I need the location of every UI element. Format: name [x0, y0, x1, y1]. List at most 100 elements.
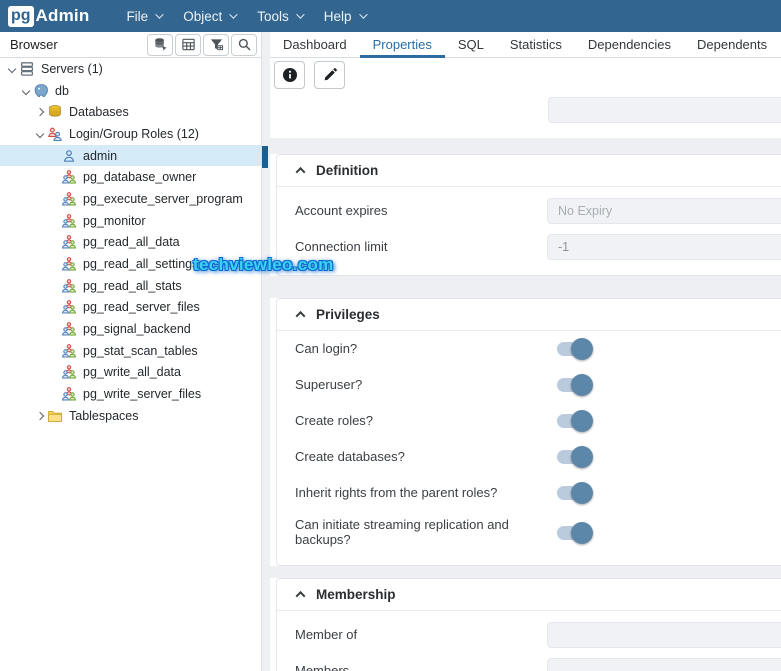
filter-funnel-button[interactable] — [203, 33, 229, 56]
form-row: Members — [277, 653, 781, 671]
tree-expander[interactable] — [32, 107, 47, 117]
role-icon — [61, 256, 78, 272]
membership-rows: Member of Members — [277, 611, 781, 671]
chevron-down-icon[interactable] — [7, 64, 16, 74]
section-title: Definition — [316, 163, 379, 178]
properties-toolbar — [270, 58, 781, 92]
role-icon — [61, 386, 78, 402]
collapse-chevron-icon[interactable] — [295, 590, 306, 601]
database-stack-button[interactable] — [147, 33, 173, 56]
tree-item-label: pg_write_server_files — [83, 387, 202, 402]
membership-section: Membership Member of Members — [276, 578, 781, 671]
member-of-input[interactable] — [547, 622, 781, 648]
tab-dependents[interactable]: Dependents — [684, 32, 780, 57]
privilege-row: Can login? — [277, 331, 781, 367]
tree-item-pg-stat-scan-tables[interactable]: pg_stat_scan_tables — [0, 340, 261, 362]
tree-item-label: pg_stat_scan_tables — [83, 343, 198, 358]
toggle-knob — [571, 482, 593, 504]
tree-expander[interactable] — [32, 411, 47, 421]
tree-expander[interactable] — [32, 129, 47, 139]
chevron-right-icon[interactable] — [35, 107, 44, 117]
browser-title: Browser — [10, 37, 58, 52]
collapse-chevron-icon[interactable] — [295, 310, 306, 321]
tree-item-label: pg_read_all_data — [83, 235, 180, 250]
chevron-right-icon[interactable] — [35, 411, 44, 421]
can-login-toggle[interactable] — [557, 338, 593, 360]
edit-button[interactable] — [314, 61, 345, 89]
table-grid-button[interactable] — [175, 33, 201, 56]
tree-item-pg-read-all-settings[interactable]: pg_read_all_settings — [0, 253, 261, 275]
menu-label: Object — [183, 8, 223, 24]
tree-item-pg-write-server-files[interactable]: pg_write_server_files — [0, 383, 261, 405]
tree-item-pg-write-all-data[interactable]: pg_write_all_data — [0, 362, 261, 384]
search-button[interactable] — [231, 33, 257, 56]
tree-item-pg-read-all-stats[interactable]: pg_read_all_stats — [0, 275, 261, 297]
create-roles-toggle[interactable] — [557, 410, 593, 432]
tree-item-db[interactable]: db — [0, 80, 261, 102]
section-gap — [270, 566, 781, 578]
membership-section-header[interactable]: Membership — [277, 579, 781, 611]
tab-dashboard[interactable]: Dashboard — [270, 32, 360, 57]
superuser-toggle[interactable] — [557, 374, 593, 396]
info-button[interactable] — [274, 61, 305, 89]
privileges-section-header[interactable]: Privileges — [277, 299, 781, 331]
section-title: Membership — [316, 587, 396, 602]
tree-item-label: Login/Group Roles (12) — [69, 126, 199, 141]
create-databases-toggle[interactable] — [557, 446, 593, 468]
tab-properties[interactable]: Properties — [359, 32, 446, 58]
privileges-rows: Can login? Superuser? Create roles? Create … — [277, 331, 781, 555]
menu-tools[interactable]: Tools — [246, 0, 313, 32]
browser-toolbar — [147, 33, 257, 56]
role-icon — [61, 191, 78, 207]
tab-statistics[interactable]: Statistics — [497, 32, 575, 57]
tree-item-pg-read-server-files[interactable]: pg_read_server_files — [0, 297, 261, 319]
tree-item-pg-signal-backend[interactable]: pg_signal_backend — [0, 318, 261, 340]
account-expires-input[interactable] — [547, 198, 781, 224]
tab-sql[interactable]: SQL — [445, 32, 497, 57]
tree-item-servers-1[interactable]: Servers (1) — [0, 58, 261, 80]
role-icon — [61, 343, 78, 359]
form-row: Account expires — [277, 193, 781, 229]
privilege-label: Create roles? — [295, 412, 374, 428]
inherit-rights-from-the-parent-roles-toggle[interactable] — [557, 482, 593, 504]
panel-splitter[interactable] — [262, 32, 270, 671]
tree-item-pg-execute-server-program[interactable]: pg_execute_server_program — [0, 188, 261, 210]
edit-icon — [322, 67, 338, 83]
tree-expander[interactable] — [4, 64, 19, 74]
chevron-down-icon[interactable] — [35, 129, 44, 139]
tree-item-label: pg_read_server_files — [83, 300, 200, 315]
privilege-label: Can login? — [295, 340, 358, 356]
tree-item-tablespaces[interactable]: Tablespaces — [0, 405, 261, 427]
postgres-icon — [33, 83, 50, 99]
collapse-chevron-icon[interactable] — [295, 166, 306, 177]
members-input[interactable] — [547, 658, 781, 671]
tree-item-label: admin — [83, 148, 118, 163]
connection-limit-input[interactable] — [547, 234, 781, 260]
menu-help[interactable]: Help — [313, 0, 376, 32]
privilege-row: Create roles? — [277, 403, 781, 439]
privilege-row: Superuser? — [277, 367, 781, 403]
scrolled-field-partial[interactable] — [548, 97, 781, 123]
tab-dependencies[interactable]: Dependencies — [575, 32, 684, 57]
tree-item-label: pg_database_owner — [83, 170, 197, 185]
can-initiate-streaming-replication-and-backups-toggle[interactable] — [557, 522, 593, 544]
chevron-down-icon[interactable] — [21, 86, 30, 95]
tree-item-pg-read-all-data[interactable]: pg_read_all_data — [0, 232, 261, 254]
chevron-down-icon — [155, 10, 164, 19]
databases-icon — [47, 104, 64, 120]
definition-section-header[interactable]: Definition — [277, 155, 781, 187]
tree-item-admin[interactable]: admin — [0, 144, 261, 167]
definition-rows: Account expires Connection limit — [277, 187, 781, 265]
tree-item-label: Databases — [69, 105, 129, 120]
tree-item-pg-database-owner[interactable]: pg_database_owner — [0, 166, 261, 188]
form-row: Member of — [277, 617, 781, 653]
tree-item-databases[interactable]: Databases — [0, 101, 261, 123]
tree-item-login-group-roles-12[interactable]: Login/Group Roles (12) — [0, 123, 261, 145]
field-label: Account expires — [295, 202, 388, 218]
tree-item-pg-monitor[interactable]: pg_monitor — [0, 210, 261, 232]
menu-object[interactable]: Object — [172, 0, 246, 32]
menu-file[interactable]: File — [115, 0, 172, 32]
browser-panel-header: Browser — [0, 32, 262, 58]
logo-pg-badge: pg — [8, 5, 34, 27]
tree-expander[interactable] — [18, 86, 33, 95]
